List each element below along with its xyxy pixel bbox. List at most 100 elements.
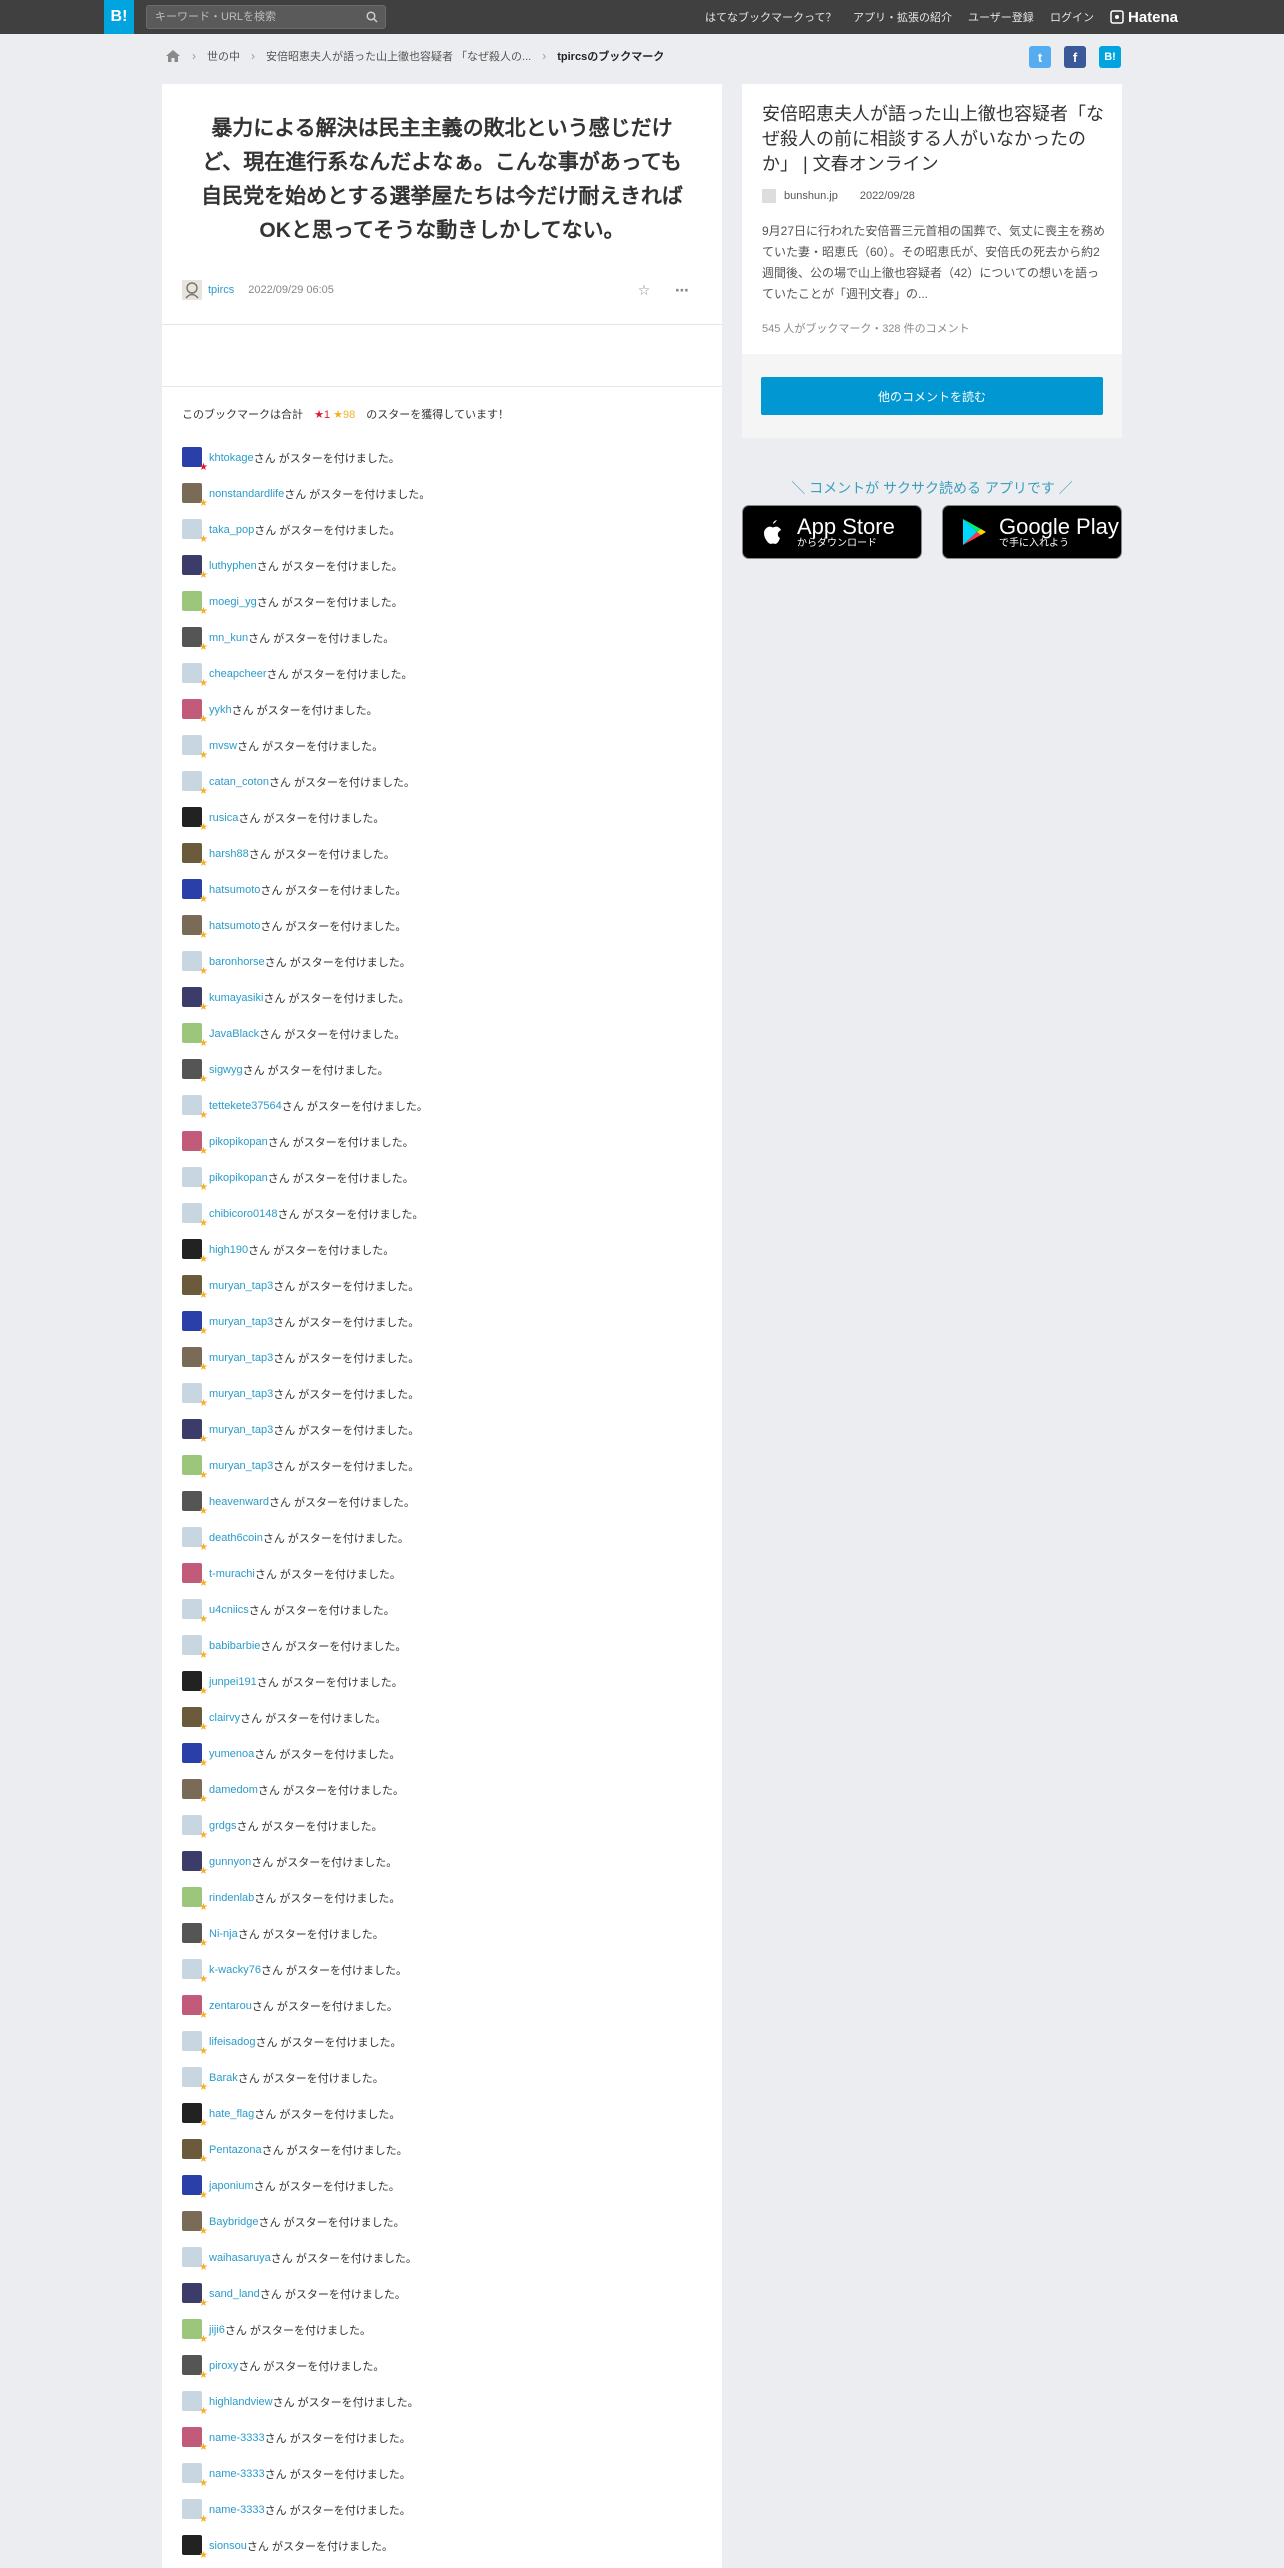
user-avatar[interactable]: ★ [182, 591, 208, 617]
star-user-name[interactable]: waihasaruya [209, 2252, 271, 2264]
star-user-name[interactable]: muryan_tap3 [209, 1460, 273, 1472]
user-avatar[interactable]: ★ [182, 2247, 208, 2273]
user-avatar[interactable]: ★ [182, 1347, 208, 1373]
user-avatar[interactable]: ★ [182, 843, 208, 869]
user-avatar[interactable]: ★ [182, 1815, 208, 1841]
user-avatar[interactable]: ★ [182, 1995, 208, 2021]
star-user-name[interactable]: hatsumoto [209, 920, 260, 932]
user-avatar[interactable]: ★ [182, 519, 208, 545]
user-avatar[interactable]: ★ [182, 699, 208, 725]
star-user-name[interactable]: u4cniics [209, 1604, 249, 1616]
user-avatar[interactable]: ★ [182, 1455, 208, 1481]
user-avatar[interactable]: ★ [182, 1707, 208, 1733]
user-avatar[interactable]: ★ [182, 1383, 208, 1409]
user-avatar[interactable]: ★ [182, 2463, 208, 2489]
user-avatar[interactable]: ★ [182, 2391, 208, 2417]
star-user-name[interactable]: death6coin [209, 1532, 263, 1544]
entry-domain[interactable]: bunshun.jp [784, 190, 838, 202]
star-user-name[interactable]: name-3333 [209, 2432, 265, 2444]
star-user-name[interactable]: moegi_yg [209, 596, 257, 608]
search-input[interactable] [147, 6, 357, 28]
nav-apps[interactable]: アプリ・拡張の紹介 [853, 0, 952, 34]
star-user-name[interactable]: Pentazona [209, 2144, 262, 2156]
twitter-share-icon[interactable]: t [1029, 46, 1051, 68]
star-user-name[interactable]: gunnyon [209, 1856, 251, 1868]
star-user-name[interactable]: harsh88 [209, 848, 249, 860]
user-avatar[interactable]: ★ [182, 1023, 208, 1049]
star-user-name[interactable]: sand_land [209, 2288, 260, 2300]
user-avatar[interactable]: ★ [182, 2103, 208, 2129]
star-user-name[interactable]: sionsou [209, 2540, 247, 2552]
star-user-name[interactable]: khtokage [209, 452, 254, 464]
star-user-name[interactable]: heavenward [209, 1496, 269, 1508]
star-user-name[interactable]: rindenlab [209, 1892, 254, 1904]
user-avatar[interactable]: ★ [182, 1419, 208, 1445]
user-avatar[interactable]: ★ [182, 2355, 208, 2381]
entry-count[interactable]: 545 人がブックマーク・328 件のコメント [762, 320, 970, 336]
user-avatar[interactable]: ★ [182, 879, 208, 905]
bookmark-user[interactable]: tpircs [208, 284, 234, 296]
hatebu-share-icon[interactable]: B! [1099, 46, 1121, 68]
user-avatar[interactable]: ★ [182, 1059, 208, 1085]
user-avatar[interactable]: ★ [182, 1167, 208, 1193]
user-avatar[interactable]: ★ [182, 447, 208, 473]
user-avatar[interactable]: ★ [182, 1959, 208, 1985]
user-avatar[interactable]: ★ [182, 915, 208, 941]
star-user-name[interactable]: Baybridge [209, 2216, 259, 2228]
star-user-name[interactable]: high190 [209, 1244, 248, 1256]
star-user-name[interactable]: babibarbie [209, 1640, 260, 1652]
user-avatar[interactable]: ★ [182, 1599, 208, 1625]
star-user-name[interactable]: muryan_tap3 [209, 1316, 273, 1328]
star-user-name[interactable]: mvsw [209, 740, 237, 752]
star-user-name[interactable]: k-wacky76 [209, 1964, 261, 1976]
user-avatar[interactable]: ★ [182, 1239, 208, 1265]
star-user-name[interactable]: hatsumoto [209, 884, 260, 896]
nav-about[interactable]: はてなブックマークって？ [705, 0, 836, 34]
star-user-name[interactable]: jiji6 [209, 2324, 225, 2336]
user-avatar[interactable]: ★ [182, 2211, 208, 2237]
user-avatar[interactable]: ★ [182, 2427, 208, 2453]
user-avatar[interactable]: ★ [182, 807, 208, 833]
search-box[interactable] [146, 5, 386, 29]
hatena-bookmark-logo[interactable]: B! [104, 0, 134, 34]
star-user-name[interactable]: sigwyg [209, 1064, 243, 1076]
nav-signup[interactable]: ユーザー登録 [968, 0, 1034, 34]
user-avatar[interactable]: ★ [182, 1095, 208, 1121]
read-more-comments-button[interactable]: 他のコメントを読む [761, 377, 1103, 415]
star-user-name[interactable]: taka_pop [209, 524, 254, 536]
user-avatar[interactable]: ★ [182, 1671, 208, 1697]
add-star-icon[interactable]: ☆ [634, 280, 654, 300]
star-user-name[interactable]: grdgs [209, 1820, 237, 1832]
app-store-button[interactable]: App Store からダウンロード [742, 505, 922, 559]
star-user-name[interactable]: muryan_tap3 [209, 1388, 273, 1400]
user-avatar[interactable]: ★ [182, 1275, 208, 1301]
star-user-name[interactable]: hate_flag [209, 2108, 254, 2120]
user-avatar[interactable]: ★ [182, 2175, 208, 2201]
user-avatar[interactable]: ★ [182, 1743, 208, 1769]
entry-title[interactable]: 安倍昭恵夫人が語った山上徹也容疑者「なぜ殺人の前に相談する人がいなかったのか」 … [762, 102, 1108, 177]
google-play-button[interactable]: Google Play で手に入れよう [942, 505, 1122, 559]
breadcrumb-entry[interactable]: 安倍昭恵夫人が語った山上徹也容疑者 「なぜ殺人の... [266, 48, 531, 64]
user-avatar[interactable]: ★ [182, 1491, 208, 1517]
user-avatar[interactable]: ★ [182, 987, 208, 1013]
star-user-name[interactable]: damedom [209, 1784, 258, 1796]
user-avatar[interactable]: ★ [182, 951, 208, 977]
star-user-name[interactable]: nonstandardlife [209, 488, 284, 500]
star-user-name[interactable]: t-murachi [209, 1568, 255, 1580]
user-avatar[interactable]: ★ [182, 1887, 208, 1913]
star-user-name[interactable]: clairvy [209, 1712, 240, 1724]
star-user-name[interactable]: mn_kun [209, 632, 248, 644]
user-avatar[interactable]: ★ [182, 555, 208, 581]
user-avatar[interactable]: ★ [182, 627, 208, 653]
user-avatar[interactable]: ★ [182, 663, 208, 689]
star-user-name[interactable]: japonium [209, 2180, 254, 2192]
user-avatar[interactable]: ★ [182, 1851, 208, 1877]
star-user-name[interactable]: name-3333 [209, 2468, 265, 2480]
user-avatar[interactable]: ★ [182, 2139, 208, 2165]
star-user-name[interactable]: pikopikopan [209, 1172, 268, 1184]
user-avatar[interactable]: ★ [182, 771, 208, 797]
search-icon[interactable] [366, 11, 378, 23]
star-user-name[interactable]: luthyphen [209, 560, 257, 572]
star-user-name[interactable]: catan_coton [209, 776, 269, 788]
more-menu-icon[interactable]: ⋯ [672, 280, 692, 300]
